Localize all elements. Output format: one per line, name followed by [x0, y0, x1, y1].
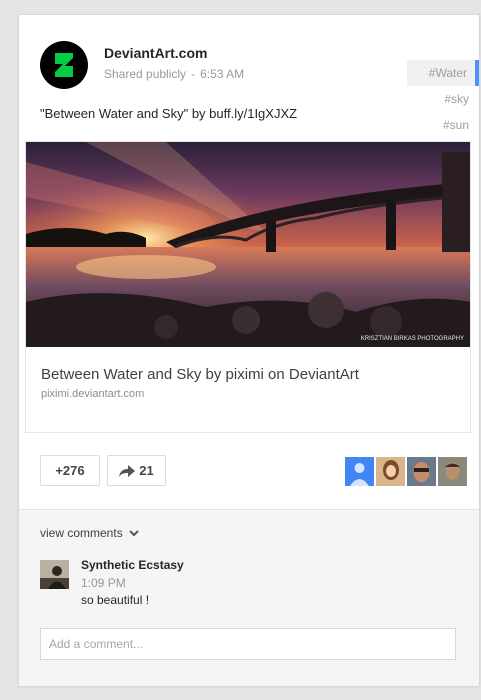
comment-time[interactable]: 1:09 PM	[81, 576, 126, 590]
commenter-avatar[interactable]	[40, 560, 69, 589]
link-attachment[interactable]: KRISZTIAN BIRKAS PHOTOGRAPHY Between Wat…	[25, 141, 471, 433]
plusoner-avatar[interactable]	[407, 457, 436, 486]
deviantart-logo-icon	[55, 53, 73, 77]
meta-separator: -	[191, 67, 196, 81]
share-arrow-icon	[119, 464, 136, 477]
view-comments-label: view comments	[40, 526, 123, 540]
hashtag-sky[interactable]: #sky	[407, 86, 479, 112]
bridge-photo: KRISZTIAN BIRKAS PHOTOGRAPHY	[26, 142, 470, 347]
post-text: "Between Water and Sky" by buff.ly/1IgXJ…	[40, 106, 297, 121]
plus-one-button[interactable]: +276	[40, 455, 100, 486]
hashtag-sun[interactable]: #sun	[407, 112, 479, 138]
hashtag-list: #Water #sky #sun	[407, 60, 479, 138]
comment-author[interactable]: Synthetic Ecstasy	[81, 558, 184, 572]
visibility-label[interactable]: Shared publicly	[104, 67, 186, 81]
comment-text: so beautiful !	[81, 593, 150, 607]
comments-section: view comments Synthetic Ecstasy 1:09 PM …	[19, 509, 479, 686]
plusoner-avatar[interactable]	[376, 457, 405, 486]
author-name[interactable]: DeviantArt.com	[104, 45, 207, 61]
share-button[interactable]: 21	[107, 455, 166, 486]
post-text-link[interactable]: "Between Water and Sky" by buff.ly/1IgXJ…	[40, 106, 297, 121]
hashtag-water[interactable]: #Water	[407, 60, 479, 86]
post-meta: Shared publicly -6:53 AM	[104, 67, 244, 81]
add-comment-input[interactable]	[40, 628, 456, 660]
chevron-down-icon	[128, 529, 139, 536]
post-card: DeviantArt.com Shared publicly -6:53 AM #…	[18, 14, 480, 686]
share-count: 21	[139, 463, 154, 478]
plusoners-avatars	[343, 457, 467, 487]
attachment-title[interactable]: Between Water and Sky by piximi on Devia…	[41, 366, 359, 383]
attachment-domain: piximi.deviantart.com	[41, 388, 145, 400]
post-time[interactable]: 6:53 AM	[200, 67, 244, 81]
post-actions: +276 21	[19, 453, 479, 489]
plusoner-avatar[interactable]	[345, 457, 374, 486]
post-header: DeviantArt.com Shared publicly -6:53 AM #…	[19, 15, 479, 132]
view-comments-toggle[interactable]: view comments	[40, 526, 139, 540]
attachment-image[interactable]: KRISZTIAN BIRKAS PHOTOGRAPHY	[26, 142, 470, 347]
photo-watermark: KRISZTIAN BIRKAS PHOTOGRAPHY	[361, 336, 464, 342]
author-avatar[interactable]	[40, 41, 88, 89]
plusoner-avatar[interactable]	[438, 457, 467, 486]
